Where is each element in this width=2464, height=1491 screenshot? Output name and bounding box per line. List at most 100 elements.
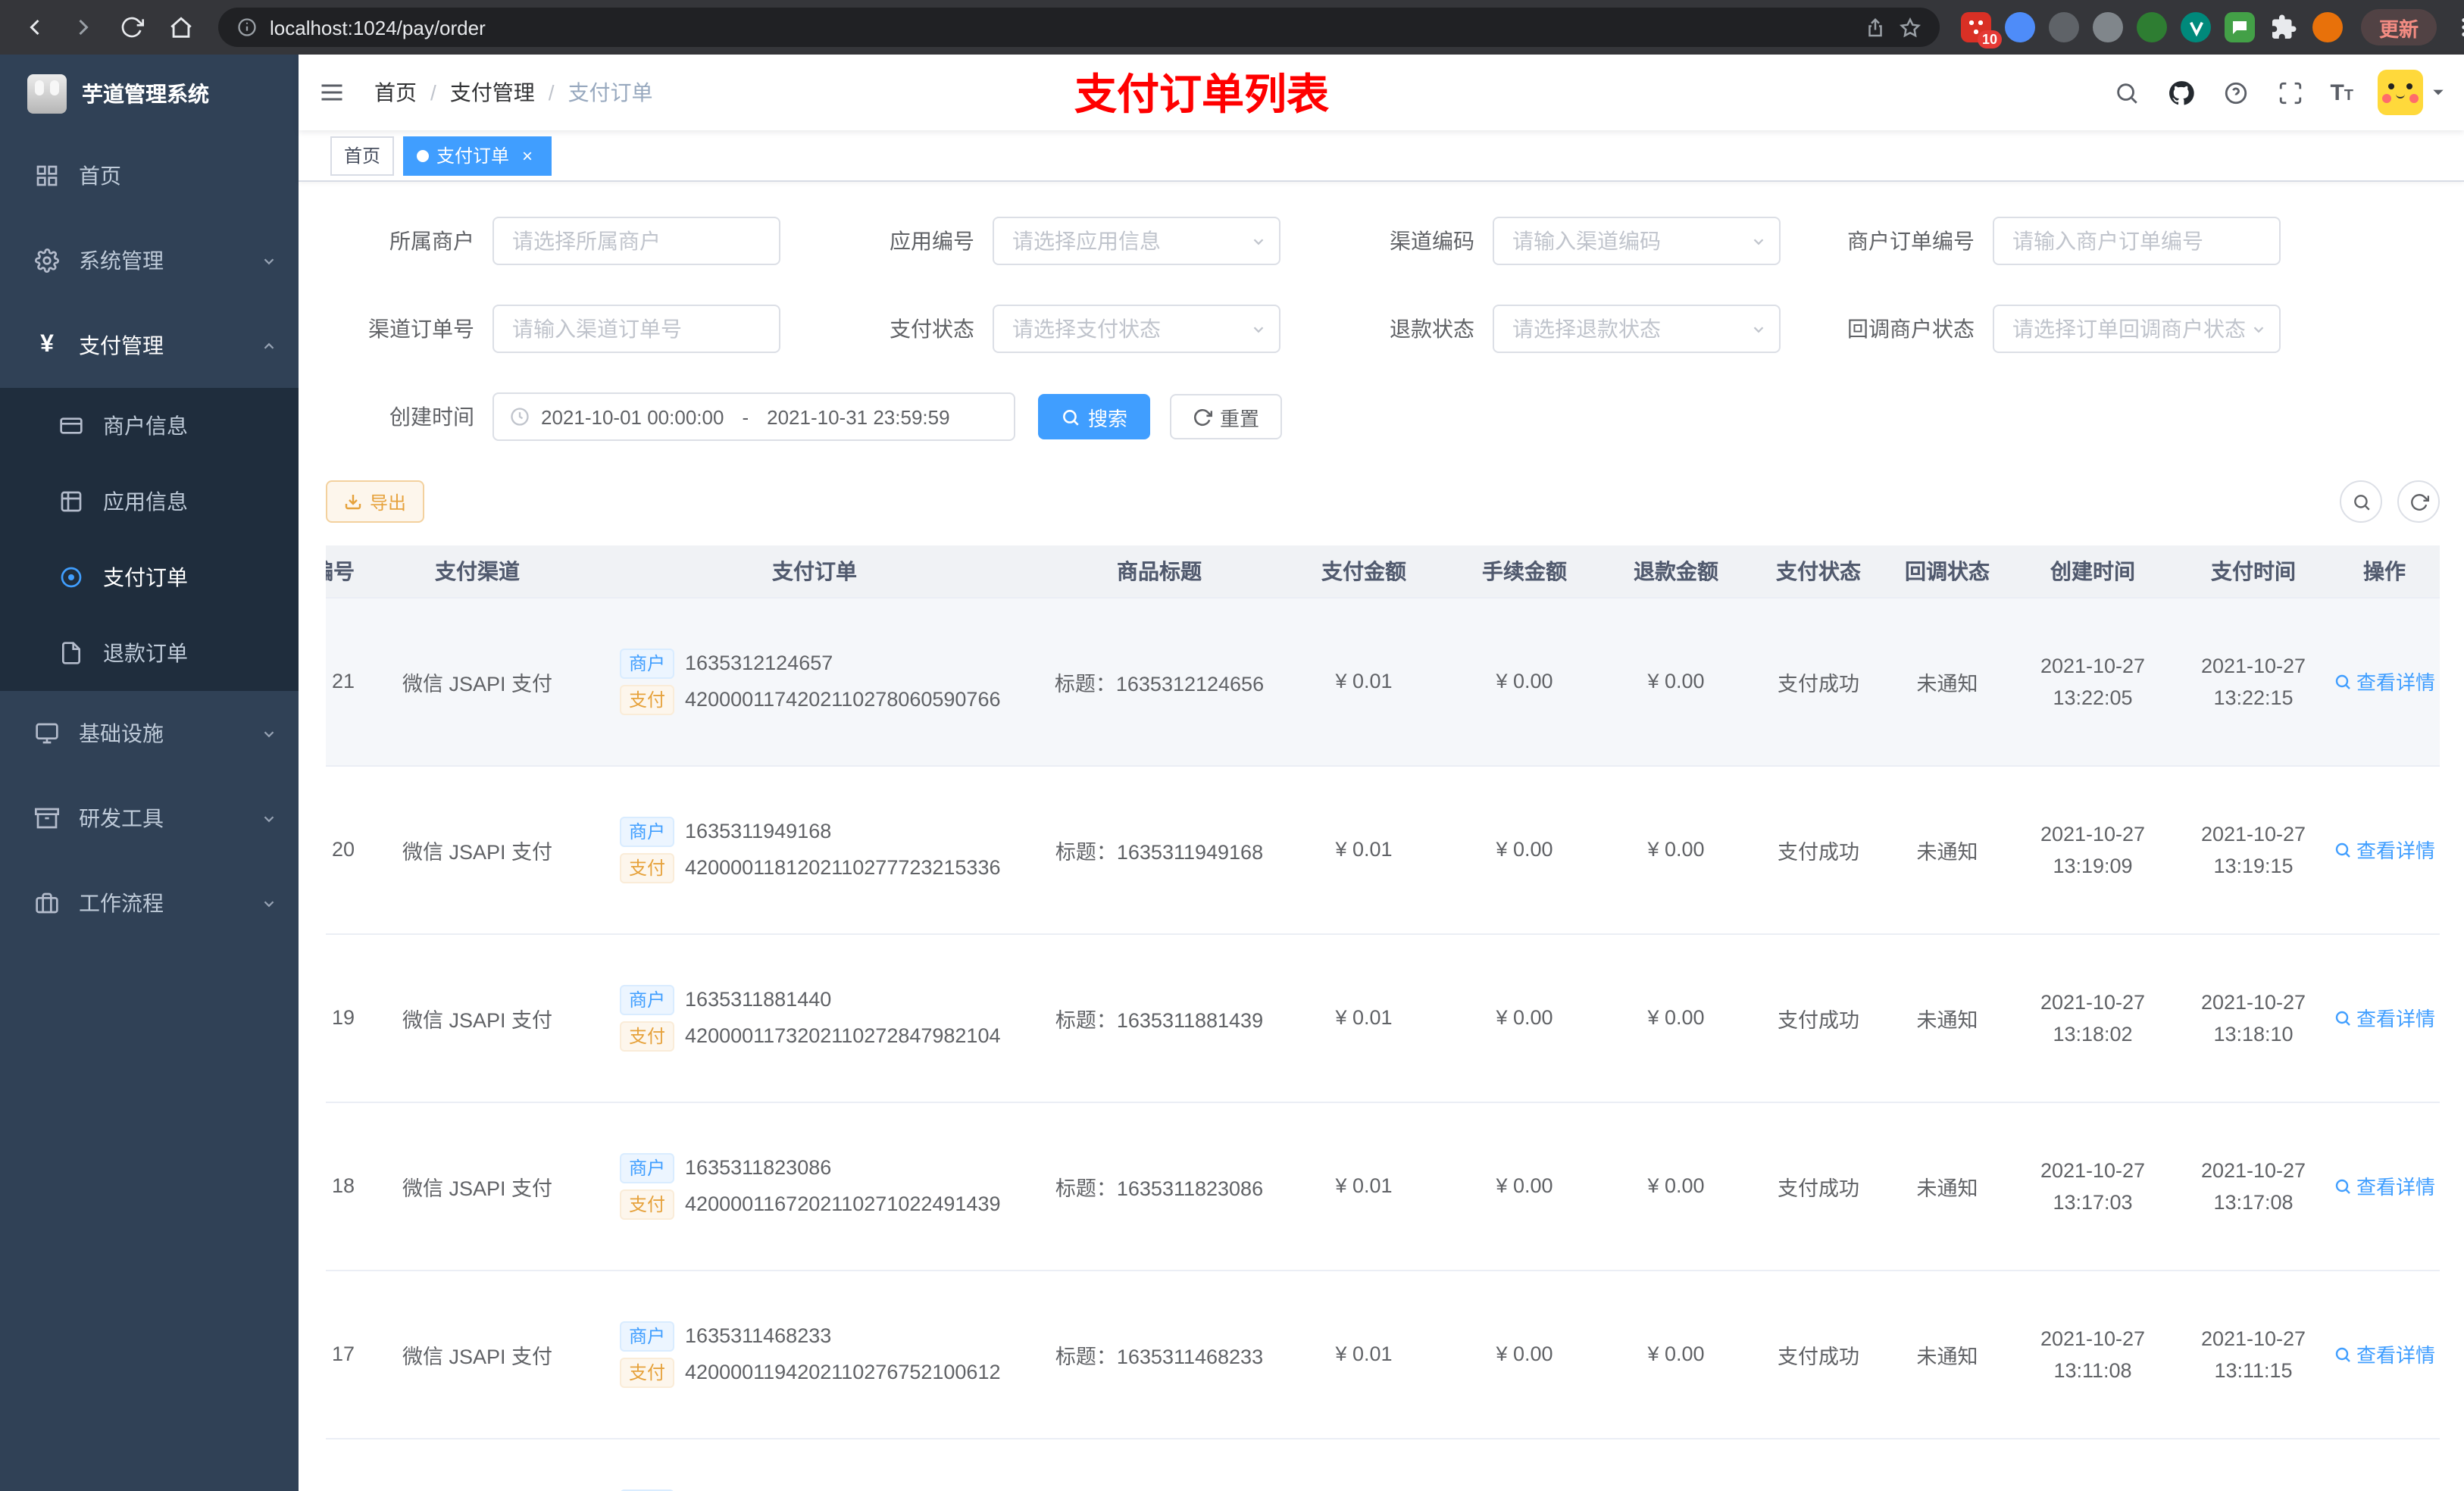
filter-row-3: 创建时间 2021-10-01 00:00:00 - 2021-10-31 23…	[326, 392, 2440, 441]
cell-notify: 未通知	[1887, 1270, 2008, 1439]
browser-menu-icon[interactable]	[2452, 15, 2464, 39]
extension-red-icon[interactable]: 10	[1961, 12, 2002, 48]
cell-notify: 未通知	[1887, 933, 2008, 1102]
browser-forward-button[interactable]	[64, 8, 103, 47]
cell-pay-order: 商户 1635311823086 支付 42000011672021102710…	[591, 1102, 1038, 1271]
sidebar-item-app-info[interactable]: 应用信息	[0, 464, 299, 539]
sidebar-item-payment[interactable]: ¥ 支付管理	[0, 303, 299, 388]
filter-pay-status: 支付状态 请选择支付状态	[826, 305, 1326, 353]
avatar[interactable]	[2378, 70, 2423, 115]
browser-home-button[interactable]	[161, 8, 200, 47]
extension-gray-icon[interactable]	[2049, 12, 2079, 42]
view-detail-link[interactable]: 查看详情	[2334, 835, 2435, 864]
back-icon	[30, 19, 39, 36]
logo-image	[27, 74, 67, 114]
pay-status-select[interactable]: 请选择支付状态	[993, 305, 1280, 353]
sidebar-item-infra[interactable]: 基础设施	[0, 691, 299, 776]
table-row: 20 微信 JSAPI 支付 商户 1635311949168 支付 42000…	[326, 765, 2440, 934]
merchant-tag: 商户	[620, 648, 675, 678]
breadcrumb-section[interactable]: 支付管理	[450, 77, 535, 108]
sidebar-item-workflow[interactable]: 工作流程	[0, 861, 299, 946]
pay-tag: 支付	[620, 1021, 675, 1051]
refund-status-select[interactable]: 请选择退款状态	[1493, 305, 1781, 353]
merchant-tag: 商户	[620, 1321, 675, 1351]
refresh-table-button[interactable]	[2397, 480, 2440, 523]
fullscreen-button[interactable]	[2275, 77, 2306, 108]
extension-badge: 10	[1977, 30, 2002, 48]
extension-v-icon[interactable]	[2181, 12, 2211, 42]
cell-id	[326, 1438, 364, 1491]
cell-create-time: 2021-10-27 13:18:02	[2008, 933, 2178, 1102]
notify-status-select[interactable]: 请选择订单回调商户状态	[1993, 305, 2281, 353]
col-amount: 支付金额	[1280, 545, 1447, 598]
app-logo[interactable]: 芋道管理系统	[0, 55, 299, 133]
font-size-button[interactable]: TT	[2330, 80, 2353, 105]
cell-refund: ¥ 0.00	[1602, 765, 1750, 934]
url-text[interactable]: localhost:1024/pay/order	[270, 16, 1852, 39]
url-bar[interactable]: localhost:1024/pay/order	[218, 8, 1940, 47]
chevron-down-icon	[261, 895, 277, 911]
sidebar-item-pay-order[interactable]: 支付订单	[0, 539, 299, 615]
user-menu[interactable]	[2378, 70, 2446, 115]
extension-green-icon[interactable]	[2137, 12, 2167, 42]
view-detail-link[interactable]: 查看详情	[2334, 1339, 2435, 1368]
sidebar-item-dev-tools[interactable]: 研发工具	[0, 776, 299, 861]
extension-chat-icon[interactable]	[2225, 12, 2255, 42]
title-prefix: 标题：	[1054, 672, 1116, 695]
sidebar-collapse-button[interactable]	[299, 55, 365, 130]
cell-actions: 查看详情	[2329, 933, 2440, 1102]
app-select[interactable]: 请选择应用信息	[993, 217, 1280, 265]
extension-gray2-icon[interactable]	[2093, 12, 2123, 42]
date-range-input[interactable]: 2021-10-01 00:00:00 - 2021-10-31 23:59:5…	[492, 392, 1015, 441]
search-button[interactable]: 搜索	[1038, 394, 1151, 439]
toggle-search-button[interactable]	[2340, 480, 2382, 523]
sidebar-item-home[interactable]: 首页	[0, 133, 299, 218]
merchant-input[interactable]	[492, 217, 780, 265]
view-detail-link[interactable]: 查看详情	[2334, 1171, 2435, 1200]
browser-back-button[interactable]	[15, 8, 55, 47]
close-icon[interactable]: ×	[517, 145, 538, 166]
sidebar-item-system[interactable]: 系统管理	[0, 218, 299, 303]
merchant-order-no: 1635312124657	[685, 652, 833, 674]
cell-refund: ¥ 0.00	[1602, 597, 1750, 766]
title-prefix: 标题：	[1055, 1008, 1117, 1031]
view-detail-link[interactable]: 查看详情	[2334, 667, 2435, 695]
monitor-icon	[33, 720, 61, 747]
github-button[interactable]	[2166, 77, 2197, 108]
filter-label: 创建时间	[389, 405, 474, 429]
cell-amount: ¥ 0.01	[1280, 1102, 1447, 1271]
tab-pay-order[interactable]: 支付订单 ×	[403, 136, 552, 175]
profile-avatar-icon[interactable]	[2312, 12, 2343, 42]
reset-button[interactable]: 重置	[1170, 394, 1283, 439]
browser-refresh-button[interactable]	[112, 8, 152, 47]
cell-pay-order: 商户 1635311468233 支付 42000011942021102767…	[591, 1270, 1038, 1439]
site-info-icon[interactable]	[236, 17, 258, 38]
title-value: 1635311881439	[1116, 1008, 1264, 1031]
channel-order-no-input[interactable]	[492, 305, 780, 353]
header-search-button[interactable]	[2112, 77, 2142, 108]
merchant-order-no-input[interactable]	[1993, 217, 2281, 265]
cell-status: 支付成功	[1750, 597, 1887, 766]
table-row: 商户 1635311457266 支付 标题： 查看详情	[326, 1438, 2440, 1491]
table-row: 17 微信 JSAPI 支付 商户 1635311468233 支付 42000…	[326, 1270, 2440, 1439]
extension-blue-icon[interactable]	[2005, 12, 2035, 42]
table-row: 21 微信 JSAPI 支付 商户 1635312124657 支付 42000…	[326, 597, 2440, 766]
extensions-puzzle-icon[interactable]	[2269, 12, 2299, 42]
sidebar-item-merchant-info[interactable]: 商户信息	[0, 388, 299, 464]
tab-home[interactable]: 首页	[330, 136, 395, 175]
filter-row-2: 渠道订单号 支付状态 请选择支付状态 退款状态 请选择退款状态	[326, 305, 2440, 353]
channel-code-select[interactable]: 请输入渠道编码	[1493, 217, 1781, 265]
share-icon[interactable]	[1864, 16, 1887, 39]
bookmark-star-icon[interactable]	[1899, 16, 1921, 39]
filter-row-1: 所属商户 应用编号 请选择应用信息 渠道编码 请输入渠道编码	[326, 217, 2440, 265]
sidebar-item-refund-order[interactable]: 退款订单	[0, 615, 299, 691]
update-button[interactable]: 更新	[2361, 9, 2437, 45]
export-button[interactable]: 导出	[326, 480, 425, 523]
breadcrumb-separator: /	[430, 80, 436, 105]
view-detail-link[interactable]: 查看详情	[2334, 1003, 2435, 1032]
filter-label: 回调商户状态	[1847, 317, 1975, 341]
help-button[interactable]	[2221, 77, 2251, 108]
cell-channel	[364, 1438, 591, 1491]
breadcrumb-home[interactable]: 首页	[374, 77, 417, 108]
refresh-icon	[2410, 493, 2428, 510]
